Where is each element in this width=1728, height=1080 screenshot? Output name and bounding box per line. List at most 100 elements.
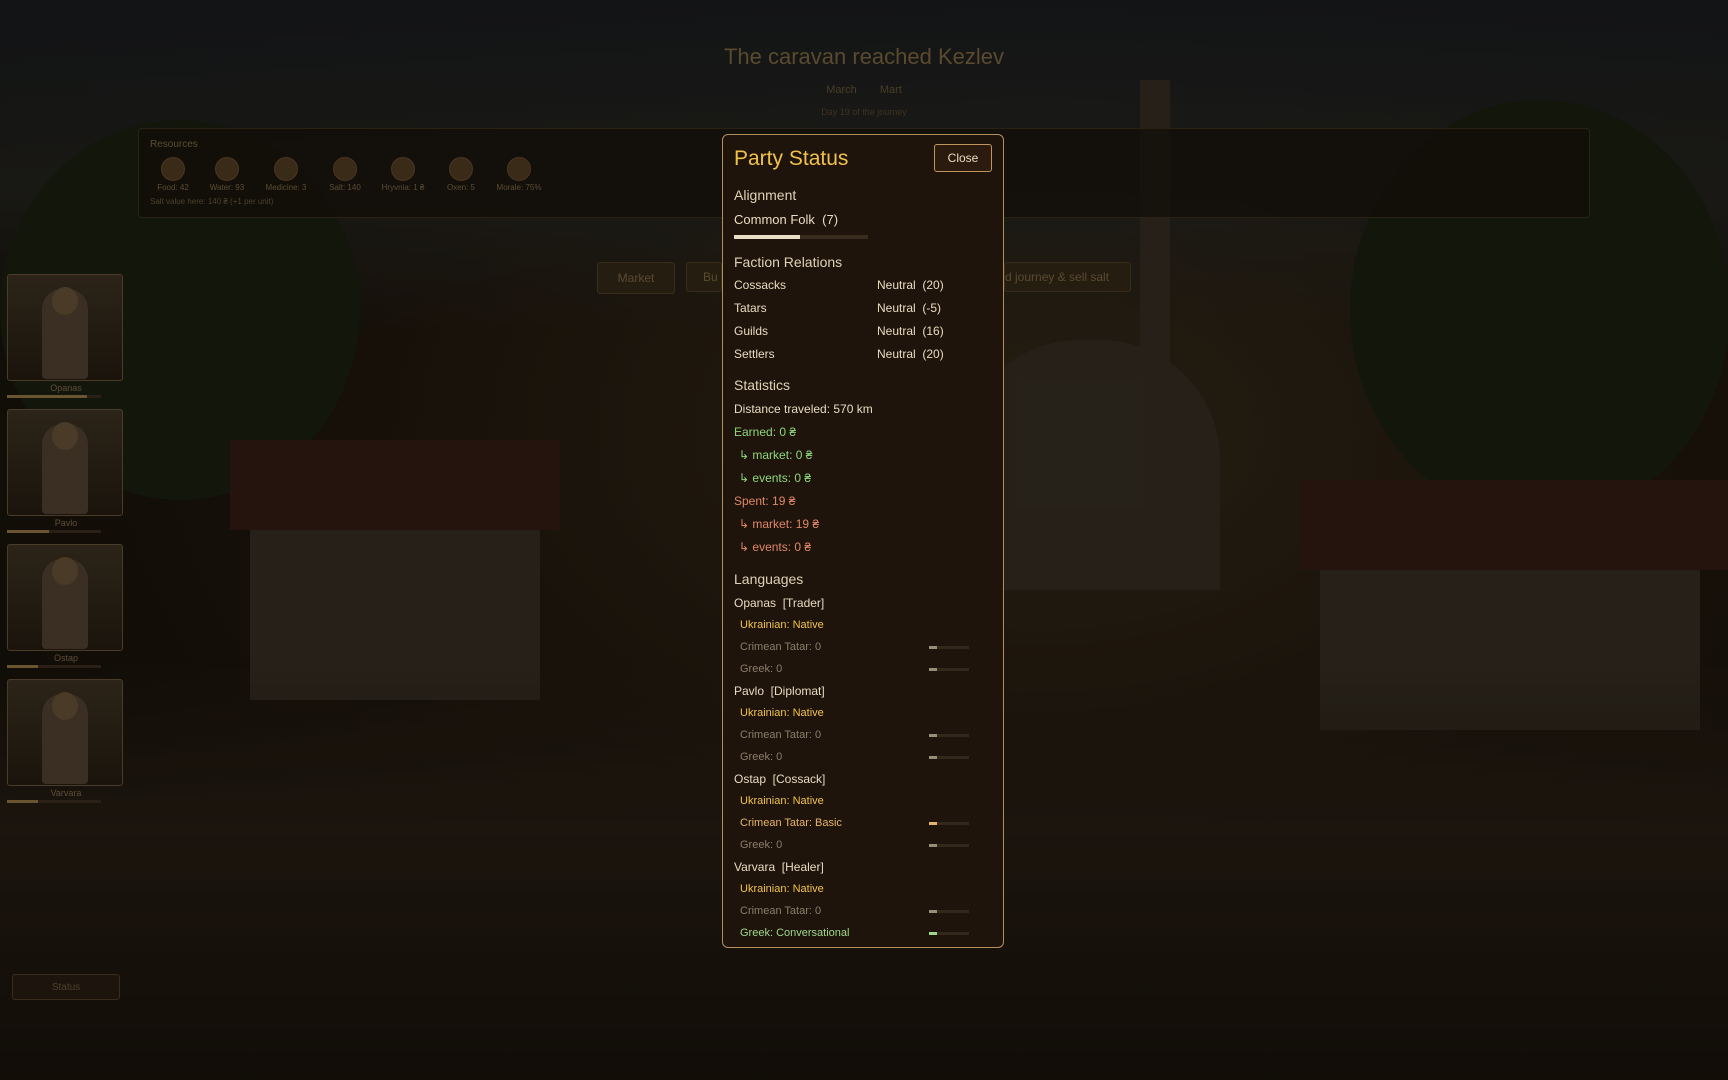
resource-label: Morale: 75% [496, 183, 542, 192]
portrait-opanas[interactable]: Opanas [7, 274, 125, 409]
resource-label: Water: 93 [209, 183, 245, 192]
portrait-pavlo[interactable]: Pavlo [7, 409, 125, 544]
health-bar [7, 800, 101, 803]
resource-label: Medicine: 3 [265, 183, 307, 192]
head [52, 692, 78, 720]
resource-hryvnia: Hryvnia: 1 ₴ [375, 157, 431, 192]
language-entry: Crimean Tatar: Basic [740, 817, 842, 829]
portrait-name: Opanas [50, 383, 82, 393]
language-fill [929, 932, 937, 935]
head [52, 422, 78, 450]
portrait-name: Pavlo [54, 518, 78, 528]
portrait-ostap[interactable]: Ostap [7, 544, 125, 679]
language-fill [929, 844, 937, 847]
medicine-icon [274, 157, 298, 181]
language-bar [929, 910, 969, 913]
resource-morale: Morale: 75% [491, 157, 547, 192]
portrait-frame [7, 409, 123, 516]
health-bar [7, 530, 101, 533]
portrait-varvara[interactable]: Varvara [7, 679, 125, 814]
languages-heading: Languages [734, 571, 804, 587]
head [52, 287, 78, 315]
resource-label: Oxen: 5 [446, 183, 475, 192]
resource-food: Food: 42 [149, 157, 197, 192]
resources-row: Food: 42 Water: 93 Medicine: 3 Salt: 140… [149, 157, 547, 192]
language-bar [929, 646, 969, 649]
portrait-frame [7, 544, 123, 651]
language-entry: Greek: 0 [740, 663, 783, 675]
faction-name: Guilds [734, 324, 769, 338]
resource-label: Food: 42 [157, 183, 189, 192]
faction-value: Neutral (20) [877, 347, 944, 361]
health-bar [7, 395, 101, 398]
language-entry: Greek: Conversational [740, 927, 850, 939]
earned-events: ↳ events: 0 ₴ [739, 471, 812, 485]
statistics-heading: Statistics [734, 377, 791, 393]
location-subtitle: March Mart [0, 84, 1728, 96]
alignment-bar [734, 235, 868, 239]
salt-value-note: Salt value here: 140 ₴ (+1 per unit) [150, 197, 274, 206]
faction-name: Cossacks [734, 278, 787, 292]
health-fill [7, 665, 39, 668]
status-button[interactable]: Status [12, 974, 120, 1000]
modal-title: Party Status [734, 147, 849, 170]
faction-value: Neutral (20) [877, 278, 944, 292]
journey-day: Day 19 of the journey [821, 107, 907, 117]
earned-total: Earned: 0 ₴ [734, 425, 797, 439]
language-fill [929, 668, 937, 671]
health-bar [7, 665, 101, 668]
language-fill [929, 646, 937, 649]
party-portraits: Opanas Pavlo Ostap Varvara [7, 274, 125, 814]
language-entry: Ukrainian: Native [740, 795, 824, 807]
month-label: March [826, 84, 857, 96]
buy-button[interactable]: Bu [686, 262, 722, 292]
portrait-name: Ostap [53, 653, 78, 663]
salt-icon [333, 157, 357, 181]
end-journey-button[interactable]: d journey & sell salt [1004, 262, 1131, 292]
resource-label: Hryvnia: 1 ₴ [381, 183, 425, 192]
language-bar [929, 844, 969, 847]
earned-market: ↳ market: 0 ₴ [739, 448, 813, 462]
language-member-ostap: Ostap [Cossack] [734, 772, 826, 786]
portrait-name: Varvara [50, 788, 82, 798]
alignment-label: Common Folk (7) [734, 212, 839, 227]
language-bar [929, 668, 969, 671]
resource-medicine: Medicine: 3 [257, 157, 315, 192]
health-fill [7, 395, 87, 398]
morale-icon [507, 157, 531, 181]
spent-market: ↳ market: 19 ₴ [739, 517, 820, 531]
spent-events: ↳ events: 0 ₴ [739, 540, 812, 554]
language-fill [929, 910, 937, 913]
alignment-fill [734, 235, 800, 239]
language-entry: Crimean Tatar: 0 [740, 641, 822, 653]
language-entry: Crimean Tatar: 0 [740, 729, 822, 741]
faction-row-cossacks: Cossacks Neutral (20) [734, 278, 994, 292]
language-bar [929, 734, 969, 737]
language-entry: Ukrainian: Native [740, 707, 824, 719]
resource-water: Water: 93 [203, 157, 251, 192]
language-entry: Ukrainian: Native [740, 619, 824, 631]
faction-row-settlers: Settlers Neutral (20) [734, 347, 994, 361]
language-fill [929, 734, 937, 737]
resources-title: Resources [150, 139, 198, 150]
language-member-varvara: Varvara [Healer] [734, 860, 824, 874]
language-member-opanas: Opanas [Trader] [734, 596, 825, 610]
language-member-pavlo: Pavlo [Diplomat] [734, 684, 825, 698]
faction-row-guilds: Guilds Neutral (16) [734, 324, 994, 338]
language-bar [929, 822, 969, 825]
food-icon [161, 157, 185, 181]
hryvnia-icon [391, 157, 415, 181]
language-entry: Crimean Tatar: 0 [740, 905, 822, 917]
spent-total: Spent: 19 ₴ [734, 494, 796, 508]
faction-name: Settlers [734, 347, 775, 361]
language-fill [929, 756, 937, 759]
market-button[interactable]: Market [597, 262, 675, 294]
faction-value: Neutral (-5) [877, 301, 942, 315]
distance-traveled: Distance traveled: 570 km [734, 402, 873, 416]
location-title: The caravan reached Kezlev [723, 44, 1005, 69]
health-fill [7, 800, 39, 803]
language-fill [929, 822, 937, 825]
close-button[interactable]: Close [934, 144, 992, 172]
portrait-frame [7, 274, 123, 381]
language-bar [929, 932, 969, 935]
